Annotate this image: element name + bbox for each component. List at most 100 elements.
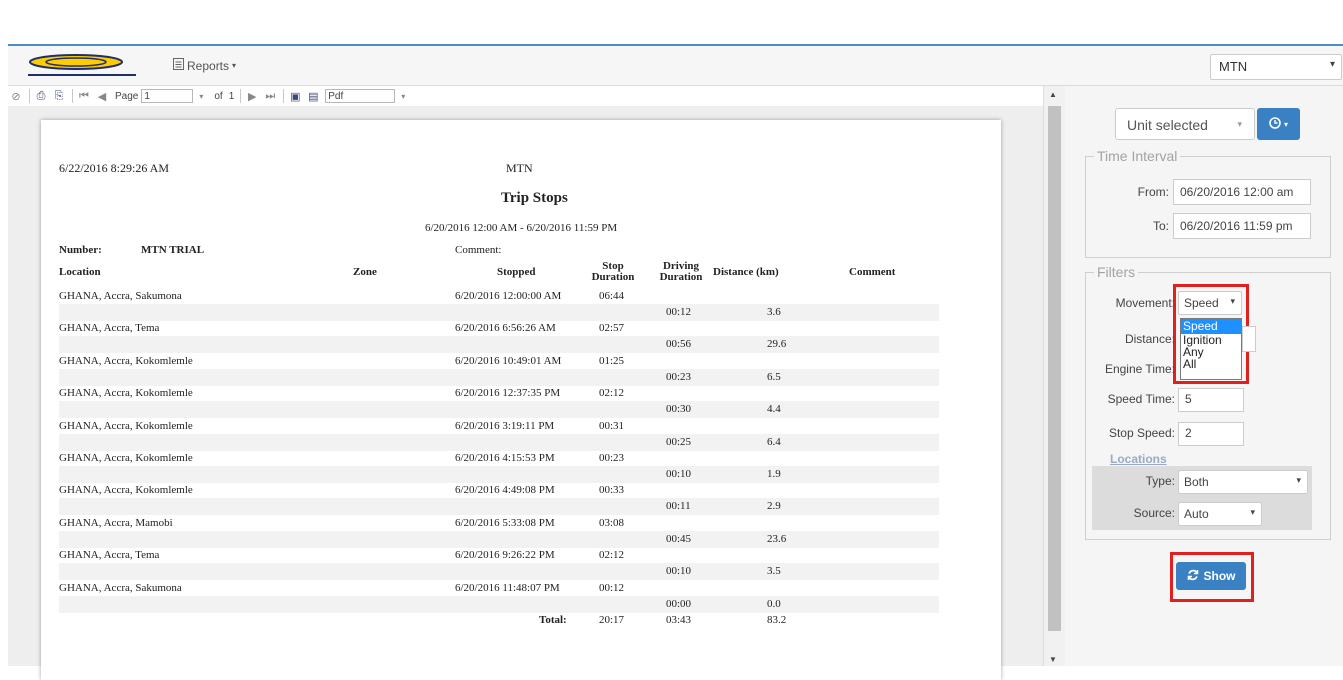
toolbar-divider bbox=[283, 89, 285, 103]
from-date-input[interactable]: 06/20/2016 12:00 am bbox=[1173, 179, 1311, 205]
cell-driving-duration: 00:12 bbox=[666, 306, 692, 318]
row-drive-line: 00:11 2.9 bbox=[59, 498, 939, 516]
cell-stop-duration: 00:33 bbox=[599, 484, 625, 497]
cell-stopped: 6/20/2016 3:19:11 PM bbox=[455, 419, 555, 432]
page-input[interactable]: 1 bbox=[141, 89, 194, 103]
company-select-value: MTN bbox=[1219, 59, 1248, 74]
reports-menu[interactable]: Reports ▾ bbox=[173, 58, 236, 73]
to-label: To: bbox=[1152, 219, 1169, 233]
last-page-icon[interactable]: ⏭ bbox=[262, 89, 278, 103]
cell-driving-duration: 00:11 bbox=[666, 500, 691, 513]
unit-select[interactable]: Unit selected ▾ bbox=[1115, 108, 1255, 140]
chevron-down-icon[interactable]: ▾ bbox=[193, 89, 209, 103]
col-header-driving-duration: Driving Duration bbox=[656, 261, 706, 283]
cell-driving-duration: 00:10 bbox=[666, 468, 692, 480]
scrollbar-thumb[interactable] bbox=[1048, 106, 1061, 631]
speed-time-input[interactable]: 5 bbox=[1178, 388, 1244, 412]
report-generated-at: 6/22/2016 8:29:26 AM bbox=[59, 161, 170, 175]
type-select-value: Both bbox=[1184, 475, 1209, 489]
cell-stopped: 6/20/2016 9:26:22 PM bbox=[455, 549, 555, 562]
number-value: MTN TRIAL bbox=[141, 244, 205, 256]
type-select[interactable]: Both ▾ bbox=[1178, 470, 1308, 494]
cell-location: GHANA, Accra, Kokomlemle bbox=[59, 484, 193, 497]
chevron-down-icon: ▾ bbox=[1329, 59, 1335, 70]
cell-driving-duration: 00:45 bbox=[666, 532, 692, 545]
cell-stop-duration: 00:31 bbox=[599, 419, 625, 432]
cell-driving-duration: 00:10 bbox=[666, 565, 692, 578]
row-drive-line: 00:25 6.4 bbox=[59, 433, 939, 451]
cell-stop-duration: 06:44 bbox=[599, 290, 625, 302]
comment-label: Comment: bbox=[455, 244, 502, 256]
total-stop-duration: 20:17 bbox=[599, 614, 625, 626]
row-drive-line: 00:00 0.0 bbox=[59, 595, 939, 613]
row-stop-line: GHANA, Accra, Mamobi 6/20/2016 5:33:08 PM… bbox=[59, 515, 939, 531]
attachment-icon[interactable]: ⊘ bbox=[8, 89, 24, 103]
report-date-range: 6/20/2016 12:00 AM - 6/20/2016 11:59 PM bbox=[425, 222, 618, 234]
movement-highlight-box bbox=[1173, 284, 1249, 384]
save-icon[interactable]: ▣ bbox=[287, 89, 303, 103]
cell-driving-duration: 00:00 bbox=[666, 597, 692, 610]
cell-distance: 3.6 bbox=[767, 306, 781, 318]
row-drive-line: 00:45 23.6 bbox=[59, 530, 939, 548]
from-label: From: bbox=[1137, 185, 1169, 199]
cell-driving-duration: 00:56 bbox=[666, 338, 692, 351]
prev-page-icon[interactable]: ◀ bbox=[94, 89, 110, 103]
scroll-down-arrow-icon[interactable]: ▼ bbox=[1049, 655, 1057, 664]
to-date-input[interactable]: 06/20/2016 11:59 pm bbox=[1173, 213, 1311, 239]
chevron-down-icon: ▾ bbox=[232, 61, 237, 70]
source-select-value: Auto bbox=[1184, 507, 1209, 521]
table-row: GHANA, Accra, Kokomlemle 6/20/2016 4:15:5… bbox=[59, 450, 939, 484]
type-label: Type: bbox=[1145, 474, 1175, 488]
cell-stop-duration: 02:12 bbox=[599, 549, 625, 562]
print-icon[interactable]: ⎙ bbox=[33, 89, 49, 103]
print-preview-icon[interactable]: ⎘ bbox=[51, 89, 67, 103]
table-row: GHANA, Accra, Mamobi 6/20/2016 5:33:08 PM… bbox=[59, 515, 939, 549]
viewer-scrollbar[interactable]: ▲ ▼ bbox=[1043, 86, 1065, 666]
cell-distance: 3.5 bbox=[767, 565, 781, 578]
to-date-value: 06/20/2016 11:59 pm bbox=[1180, 219, 1293, 233]
locations-link[interactable]: Locations bbox=[1110, 452, 1167, 466]
chevron-down-icon: ▾ bbox=[1283, 119, 1288, 129]
cell-location: GHANA, Accra, Kokomlemle bbox=[59, 387, 193, 400]
source-select[interactable]: Auto ▾ bbox=[1178, 502, 1262, 526]
stop-speed-value: 2 bbox=[1185, 426, 1192, 440]
export-format-select[interactable]: Pdf bbox=[325, 89, 396, 103]
table-row: GHANA, Accra, Kokomlemle 6/20/2016 3:19:1… bbox=[59, 418, 939, 452]
distance-input[interactable] bbox=[1242, 326, 1256, 352]
export-icon[interactable]: ▤ bbox=[305, 89, 321, 103]
engine-time-label: Engine Time: bbox=[1104, 362, 1175, 376]
row-drive-line: 00:23 6.5 bbox=[59, 368, 939, 386]
stop-speed-label: Stop Speed: bbox=[1108, 426, 1175, 440]
cell-location: GHANA, Accra, Kokomlemle bbox=[59, 419, 193, 432]
total-row: Total: 20:17 03:43 83.2 bbox=[59, 612, 939, 642]
report-title: Trip Stops bbox=[501, 190, 568, 206]
table-row: GHANA, Accra, Kokomlemle 6/20/2016 4:49:0… bbox=[59, 482, 939, 516]
distance-label: Distance: bbox=[1124, 332, 1175, 346]
row-stop-line: GHANA, Accra, Kokomlemle 6/20/2016 4:15:5… bbox=[59, 450, 939, 466]
cell-stopped: 6/20/2016 5:33:08 PM bbox=[455, 516, 555, 529]
cell-location: GHANA, Accra, Sakumona bbox=[59, 581, 182, 594]
cell-stopped: 6/20/2016 12:00:00 AM bbox=[455, 290, 562, 302]
stop-speed-input[interactable]: 2 bbox=[1178, 422, 1244, 446]
report-viewer[interactable]: 6/22/2016 8:29:26 AM MTN Trip Stops 6/20… bbox=[8, 106, 1043, 680]
first-page-icon[interactable]: ⏮ bbox=[76, 89, 92, 103]
cell-driving-duration: 00:25 bbox=[666, 435, 692, 448]
chevron-down-icon[interactable]: ▾ bbox=[395, 89, 411, 103]
row-stop-line: GHANA, Accra, Tema 6/20/2016 6:56:26 AM 02… bbox=[59, 320, 939, 336]
col-header-comment: Comment bbox=[849, 266, 896, 278]
cell-stopped: 6/20/2016 4:15:53 PM bbox=[455, 452, 555, 464]
filters-legend: Filters bbox=[1097, 264, 1136, 280]
speed-time-label: Speed Time: bbox=[1107, 392, 1175, 406]
cell-distance: 23.6 bbox=[767, 532, 787, 545]
source-label: Source: bbox=[1133, 506, 1175, 520]
unit-select-value: Unit selected bbox=[1127, 117, 1208, 133]
company-select[interactable]: MTN ▾ bbox=[1210, 54, 1342, 80]
table-row: GHANA, Accra, Kokomlemle 6/20/2016 10:49:… bbox=[59, 353, 939, 387]
next-page-icon[interactable]: ▶ bbox=[244, 89, 260, 103]
movement-label: Movement: bbox=[1115, 296, 1175, 310]
scroll-up-arrow-icon[interactable]: ▲ bbox=[1049, 90, 1057, 99]
cell-driving-duration: 00:30 bbox=[666, 403, 692, 416]
report-company: MTN bbox=[506, 161, 533, 175]
export-format-value: Pdf bbox=[328, 90, 344, 102]
unit-options-button[interactable]: ▾ bbox=[1257, 108, 1300, 140]
